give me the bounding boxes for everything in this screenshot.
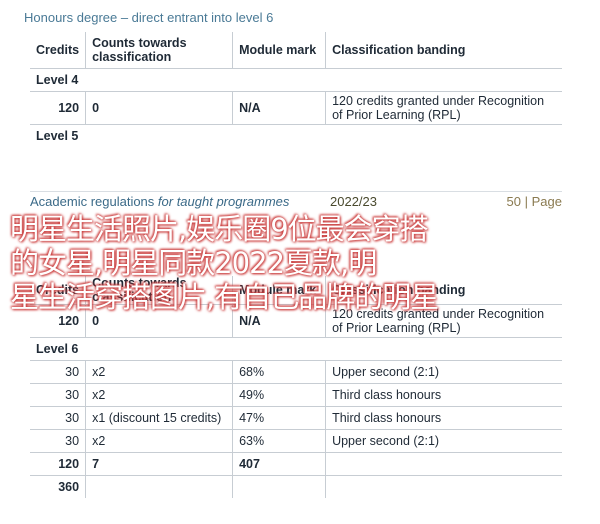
cell-banding: Upper second (2:1) bbox=[325, 360, 562, 384]
cell-mark: 47% bbox=[232, 406, 326, 430]
cell-credits-total: 120 bbox=[30, 452, 86, 476]
cell-mark: N/A bbox=[232, 91, 326, 125]
level-row: Level 6 bbox=[30, 337, 562, 361]
cell-empty bbox=[232, 475, 326, 498]
cell-banding: Third class honours bbox=[325, 383, 562, 407]
cell-empty bbox=[325, 475, 562, 498]
cell-banding: 120 credits granted under Recognition of… bbox=[325, 91, 562, 125]
footer-page: 50 | Page bbox=[507, 194, 562, 209]
overlay-line-3: 星生活穿搭图片,有自己品牌的明星 bbox=[10, 280, 439, 314]
cell-mark: 68% bbox=[232, 360, 326, 384]
header-credits: Credits bbox=[30, 32, 86, 69]
header-banding: Classification banding bbox=[325, 32, 562, 69]
table-header-row: Credits Counts towards classification Mo… bbox=[30, 32, 562, 69]
cell-counts: x2 bbox=[85, 360, 233, 384]
cell-credits: 30 bbox=[30, 429, 86, 453]
header-module-mark: Module mark bbox=[232, 32, 326, 69]
level-label: Level 6 bbox=[30, 337, 562, 361]
total-row: 120 7 407 bbox=[30, 452, 562, 476]
table-row: 30 x2 63% Upper second (2:1) bbox=[30, 429, 562, 453]
cell-banding: Upper second (2:1) bbox=[325, 429, 562, 453]
footer-doc-title: Academic regulations for taught programm… bbox=[30, 194, 289, 209]
cell-counts: x2 bbox=[85, 383, 233, 407]
cell-counts: 0 bbox=[85, 91, 233, 125]
cell-counts: x1 (discount 15 credits) bbox=[85, 406, 233, 430]
table-row: 30 x1 (discount 15 credits) 47% Third cl… bbox=[30, 406, 562, 430]
grand-total-row: 360 bbox=[30, 475, 562, 498]
document-page: Honours degree – direct entrant into lev… bbox=[0, 0, 600, 524]
page-number: 50 bbox=[506, 194, 522, 209]
cell-mark-total: 407 bbox=[232, 452, 326, 476]
overlay-line-1: 明星生活照片,娱乐圈9位最会穿搭 bbox=[10, 212, 429, 246]
level-row: Level 5 bbox=[30, 125, 562, 148]
cell-empty bbox=[85, 475, 233, 498]
cell-credits: 30 bbox=[30, 360, 86, 384]
cell-credits: 30 bbox=[30, 383, 86, 407]
overlay-watermark-text: 明星生活照片,娱乐圈9位最会穿搭 的女星,明星同款2022夏款,明 星生活穿搭图… bbox=[10, 212, 580, 314]
footer-title-sub: for taught programmes bbox=[154, 194, 290, 209]
level-label: Level 5 bbox=[36, 129, 79, 143]
page-footer: Academic regulations for taught programm… bbox=[30, 191, 562, 212]
footer-year: 2022/23 bbox=[330, 194, 377, 209]
cell-mark: 49% bbox=[232, 383, 326, 407]
cell-mark: 63% bbox=[232, 429, 326, 453]
page-separator: | bbox=[521, 194, 532, 209]
page-word: Page bbox=[531, 194, 562, 209]
cell-counts-total: 7 bbox=[85, 452, 233, 476]
level-label: Level 4 bbox=[30, 68, 562, 92]
classification-table-top: Credits Counts towards classification Mo… bbox=[30, 32, 562, 147]
table-row: 30 x2 68% Upper second (2:1) bbox=[30, 360, 562, 384]
section-title: Honours degree – direct entrant into lev… bbox=[24, 10, 274, 25]
cell-grand-total: 360 bbox=[58, 480, 80, 494]
cell-banding-empty bbox=[325, 452, 562, 476]
cell-counts: x2 bbox=[85, 429, 233, 453]
table-row: 30 x2 49% Third class honours bbox=[30, 383, 562, 407]
overlay-line-2: 的女星,明星同款2022夏款,明 bbox=[10, 246, 377, 280]
header-counts: Counts towards classification bbox=[85, 32, 233, 69]
cell-banding: Third class honours bbox=[325, 406, 562, 430]
table-row: 120 0 N/A 120 credits granted under Reco… bbox=[30, 91, 562, 125]
cell-credits: 120 bbox=[30, 91, 86, 125]
cell-credits: 30 bbox=[30, 406, 86, 430]
footer-title-main: Academic regulations bbox=[30, 194, 155, 209]
level-row: Level 4 bbox=[30, 68, 562, 92]
